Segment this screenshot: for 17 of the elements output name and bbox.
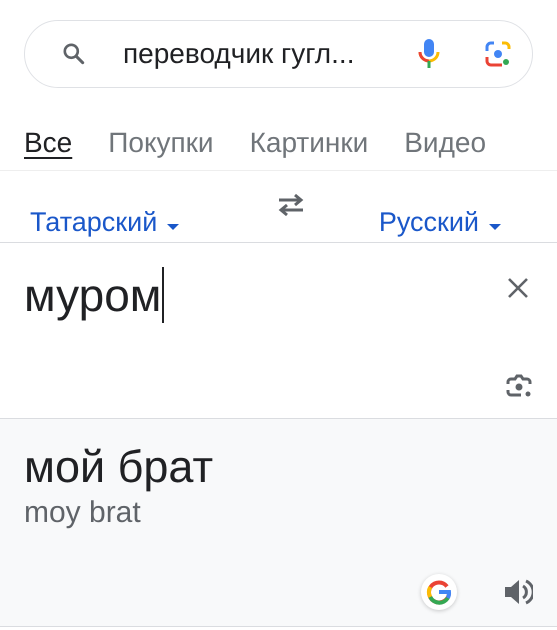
transliteration-text: moy brat <box>24 495 142 531</box>
source-language-dropdown[interactable]: Татарский <box>30 207 180 238</box>
search-field[interactable]: переводчик гугл... <box>24 20 533 88</box>
microphone-icon[interactable] <box>418 38 440 70</box>
speaker-icon[interactable] <box>503 578 533 606</box>
search-icon <box>61 41 87 67</box>
google-logo-icon[interactable] <box>421 574 457 610</box>
target-language-dropdown[interactable]: Русский <box>378 207 501 238</box>
camera-icon[interactable] <box>484 40 512 68</box>
search-query: переводчик гугл... <box>123 38 356 70</box>
tab[interactable]: Все <box>24 126 72 160</box>
tab[interactable]: Видео <box>404 126 486 160</box>
input-text[interactable]: муром <box>24 267 164 323</box>
translation-text: мой брат <box>24 441 214 493</box>
tab[interactable]: Картинки <box>250 126 368 160</box>
tab[interactable]: Покупки <box>108 126 214 160</box>
close-icon[interactable] <box>507 277 529 299</box>
